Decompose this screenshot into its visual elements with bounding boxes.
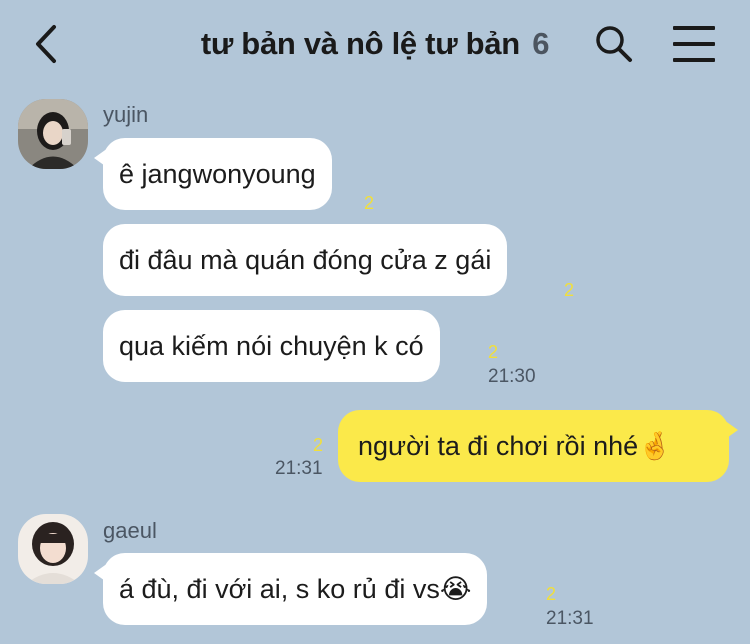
unread-count: 2 bbox=[313, 435, 324, 455]
message-timestamp: 21:31 bbox=[275, 458, 323, 479]
search-button[interactable] bbox=[592, 22, 636, 66]
message-timestamp: 21:31 bbox=[546, 608, 594, 629]
my-message-bubble[interactable]: người ta đi chơi rồi nhé🤞 bbox=[338, 410, 738, 482]
unread-count: 2 bbox=[488, 342, 499, 362]
unread-count: 2 bbox=[564, 280, 575, 300]
chat-title: tư bản và nô lệ tư bản 6 bbox=[0, 26, 750, 62]
avatar-gaeul-image bbox=[18, 514, 88, 584]
unread-count: 2 bbox=[364, 193, 375, 213]
message-timestamp: 21:30 bbox=[488, 366, 536, 387]
hamburger-menu-icon bbox=[673, 26, 715, 30]
member-count: 6 bbox=[532, 26, 550, 61]
sender-name: yujin bbox=[103, 102, 149, 127]
avatar-yujin-image bbox=[18, 99, 88, 169]
chat-header: tư bản và nô lệ tư bản 6 bbox=[0, 0, 750, 90]
sender-name: gaeul bbox=[103, 518, 157, 543]
menu-button[interactable] bbox=[670, 22, 718, 66]
message-bubble[interactable]: á đù, đi với ai, s ko rủ đi vs😭 bbox=[93, 553, 488, 625]
avatar-yujin[interactable] bbox=[18, 99, 88, 169]
chat-room-name: tư bản và nô lệ tư bản bbox=[200, 26, 520, 61]
message-bubble[interactable]: ê jangwonyoung bbox=[94, 138, 332, 210]
message-bubble[interactable]: qua kiếm nói chuyện k có bbox=[103, 310, 440, 382]
message-bubble[interactable]: đi đâu mà quán đóng cửa z gái bbox=[103, 224, 508, 296]
unread-count: 2 bbox=[546, 584, 557, 604]
avatar-gaeul[interactable] bbox=[18, 514, 88, 584]
search-icon bbox=[596, 26, 632, 62]
